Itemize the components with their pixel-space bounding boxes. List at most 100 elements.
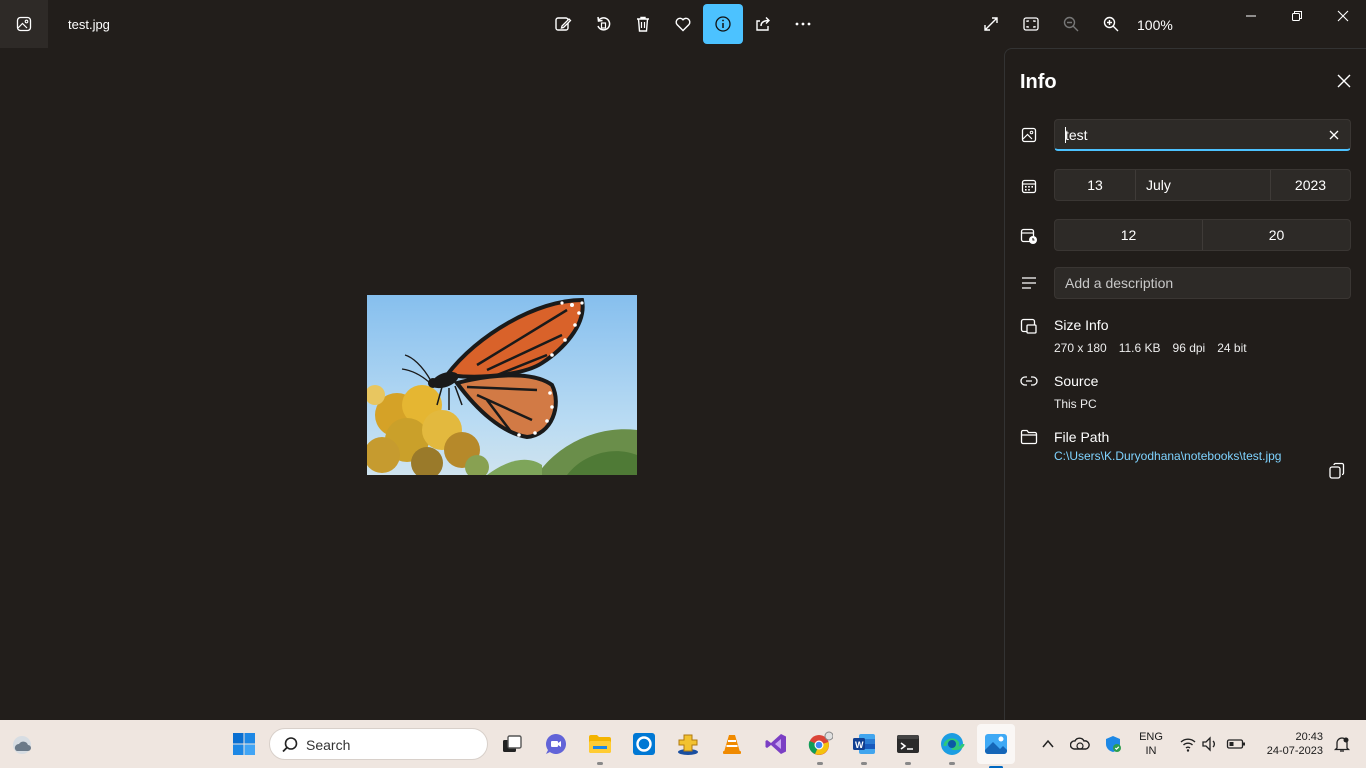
info-icon	[715, 16, 731, 32]
shield-icon	[1106, 736, 1121, 752]
edge-icon	[941, 733, 965, 755]
source-value: This PC	[1054, 397, 1097, 411]
expand-icon	[984, 17, 998, 31]
image-canvas[interactable]	[0, 48, 1004, 720]
zoom-out-icon	[1063, 16, 1079, 32]
photos-icon	[985, 734, 1007, 754]
security-tray[interactable]	[1097, 728, 1129, 760]
file-path-link[interactable]: C:\Users\K.Duryodhana\notebooks\test.jpg	[1054, 449, 1281, 463]
close-window-button[interactable]	[1320, 0, 1366, 32]
vlc-app[interactable]	[716, 728, 748, 760]
share-icon	[756, 17, 770, 31]
more-icon	[795, 22, 811, 26]
file-size: 11.6 KB	[1118, 341, 1161, 355]
share-button[interactable]	[743, 4, 783, 44]
favorite-button[interactable]	[663, 4, 703, 44]
fit-window-icon	[1023, 17, 1039, 31]
task-view-icon	[503, 735, 522, 752]
visual-studio-app[interactable]	[760, 728, 792, 760]
chevron-up-icon	[1042, 739, 1054, 748]
rotate-button[interactable]	[583, 4, 623, 44]
photos-app-icon[interactable]	[0, 0, 48, 48]
edge-app[interactable]	[936, 728, 968, 765]
chrome-app[interactable]	[804, 728, 836, 765]
fullscreen-button[interactable]	[971, 4, 1011, 44]
clear-text-button[interactable]	[1326, 127, 1342, 143]
zoom-out-button[interactable]	[1051, 4, 1091, 44]
speaker-icon	[1202, 736, 1215, 752]
onedrive-tray[interactable]	[1064, 728, 1096, 760]
clear-icon	[1329, 130, 1339, 140]
language-code: ENG	[1139, 731, 1163, 743]
file-name: test.jpg	[68, 17, 110, 32]
photo-butterfly	[367, 295, 637, 475]
folder-icon	[589, 735, 611, 753]
restore-button[interactable]	[1274, 0, 1320, 32]
terminal-app[interactable]	[892, 728, 924, 765]
time-hour[interactable]: 12	[1055, 220, 1203, 250]
word-icon: W	[853, 734, 875, 754]
edit-image-button[interactable]	[543, 4, 583, 44]
date-day[interactable]: 13	[1055, 170, 1136, 200]
notifications-button[interactable]	[1326, 728, 1358, 760]
time-picker[interactable]: 12 20	[1054, 219, 1351, 251]
taskbar-search[interactable]: Search	[269, 728, 488, 760]
language-indicator[interactable]: ENG IN	[1138, 730, 1164, 758]
delete-button[interactable]	[623, 4, 663, 44]
bit-depth: 24 bit	[1217, 341, 1247, 355]
task-view-button[interactable]	[496, 728, 528, 760]
running-indicator	[861, 762, 867, 765]
circle-app-icon	[633, 733, 655, 755]
spiritual-app[interactable]	[672, 728, 704, 760]
cloud-sync-icon	[1070, 737, 1090, 750]
size-info-icon	[1020, 317, 1038, 335]
weather-icon	[13, 736, 31, 754]
rotate-icon	[597, 16, 611, 31]
date-picker[interactable]: 13 July 2023	[1054, 169, 1351, 201]
start-button[interactable]	[228, 728, 260, 760]
zoom-in-button[interactable]	[1091, 4, 1131, 44]
notification-bell-icon	[1333, 737, 1351, 752]
close-icon	[1337, 10, 1349, 22]
date-month[interactable]: July	[1136, 170, 1271, 200]
date-year[interactable]: 2023	[1271, 170, 1350, 200]
clock-date: 24-07-2023	[1266, 745, 1323, 757]
taskbar: Search W ENG IN 20:43 24-07-2023	[0, 720, 1366, 768]
copy-path-button[interactable]	[1325, 459, 1349, 483]
minimize-button[interactable]	[1228, 0, 1274, 32]
copy-icon	[1329, 462, 1345, 479]
golden-app-icon	[678, 734, 698, 755]
minimize-icon	[1246, 15, 1256, 17]
description-input[interactable]: Add a description	[1054, 267, 1351, 299]
file-explorer-app[interactable]	[584, 728, 616, 765]
info-button[interactable]	[703, 4, 743, 44]
chrome-icon	[808, 731, 833, 755]
image-icon	[1020, 126, 1038, 144]
fit-to-window-button[interactable]	[1011, 4, 1051, 44]
weather-widget[interactable]	[6, 728, 38, 760]
chat-icon	[546, 734, 566, 754]
vlc-cone-icon	[723, 735, 741, 754]
show-hidden-icons-button[interactable]	[1032, 728, 1064, 760]
trash-icon	[637, 16, 649, 32]
cortana-app[interactable]	[628, 728, 660, 760]
teams-chat-app[interactable]	[540, 728, 572, 760]
terminal-icon	[897, 735, 919, 753]
word-app[interactable]: W	[848, 728, 880, 765]
search-label: Search	[306, 737, 351, 753]
heart-icon	[675, 17, 691, 32]
zoom-level[interactable]: 100%	[1137, 17, 1173, 33]
close-panel-button[interactable]	[1332, 69, 1356, 93]
time-minute[interactable]: 20	[1203, 220, 1350, 250]
windows-logo-icon	[233, 733, 255, 755]
search-icon	[281, 736, 299, 759]
image-dpi: 96 dpi	[1172, 341, 1206, 355]
more-options-button[interactable]	[783, 4, 823, 44]
folder-icon	[1020, 428, 1038, 446]
battery-status[interactable]	[1220, 728, 1252, 760]
photos-app[interactable]	[977, 724, 1015, 768]
image-dimensions: 270 x 180	[1054, 341, 1107, 355]
system-clock[interactable]: 20:43 24-07-2023	[1258, 730, 1323, 758]
file-name-input[interactable]: test	[1054, 119, 1351, 151]
link-icon	[1020, 372, 1038, 390]
